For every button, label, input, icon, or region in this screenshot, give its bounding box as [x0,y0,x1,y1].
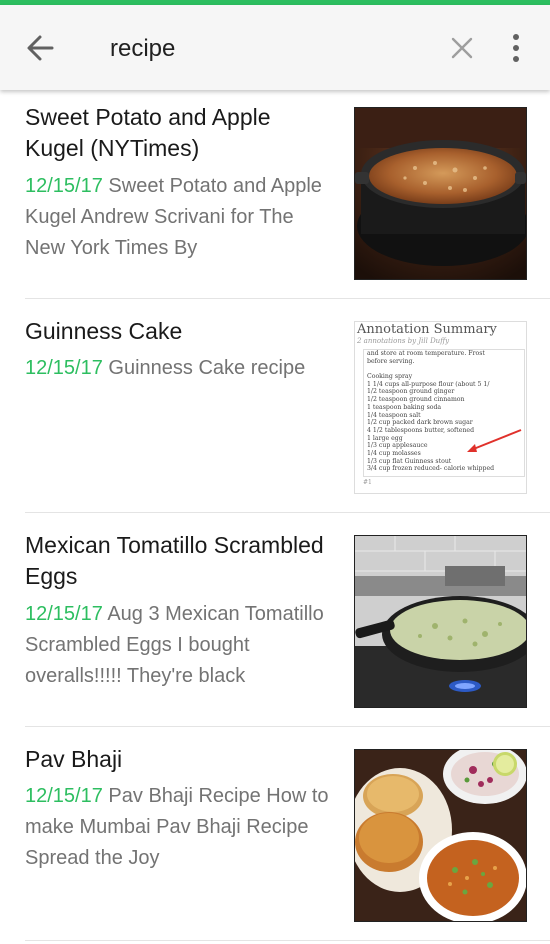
more-vert-icon [513,34,519,62]
back-button[interactable] [22,31,62,65]
close-icon [451,37,473,59]
clear-search-button[interactable] [446,32,478,64]
more-options-button[interactable] [504,31,528,67]
search-bar [0,5,550,90]
pav-bhaji-photo [355,750,526,921]
divider [25,940,550,941]
note-title: Pav Bhaji [25,746,123,772]
note-item[interactable]: Pav Bhaji 12/15/17 Pav Bhaji Recipe How … [0,0,550,942]
search-input[interactable] [110,29,430,69]
note-thumbnail [354,749,527,922]
note-snippet: 12/15/17 Pav Bhaji Recipe How to make Mu… [25,781,335,874]
arrow-back-icon [27,35,54,61]
note-date: 12/15/17 [25,785,103,807]
